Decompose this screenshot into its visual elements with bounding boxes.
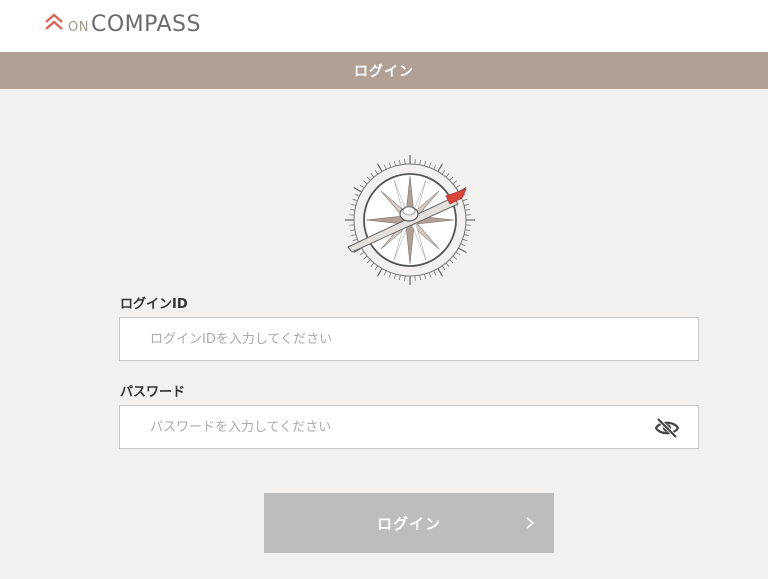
password-input[interactable] <box>120 406 698 448</box>
login-id-label: ログインID <box>120 297 188 312</box>
header: ON COMPASS <box>0 0 768 52</box>
login-button-label: ログイン <box>376 515 441 533</box>
logo-name: COMPASS <box>90 12 201 37</box>
logo[interactable]: ON COMPASS <box>44 8 201 40</box>
logo-chevron-icon <box>45 13 63 30</box>
chevron-right-icon <box>526 517 535 529</box>
title-bar: ログイン <box>0 52 768 89</box>
login-button[interactable]: ログイン <box>264 493 554 553</box>
login-id-input[interactable] <box>120 318 698 360</box>
eye-off-icon[interactable] <box>654 417 680 439</box>
compass-icon <box>345 155 475 285</box>
password-label: パスワード <box>120 385 186 400</box>
page-title: ログイン <box>354 63 414 80</box>
password-field-box <box>119 405 699 449</box>
logo-prefix: ON <box>68 20 89 35</box>
login-id-field-box <box>119 317 699 361</box>
